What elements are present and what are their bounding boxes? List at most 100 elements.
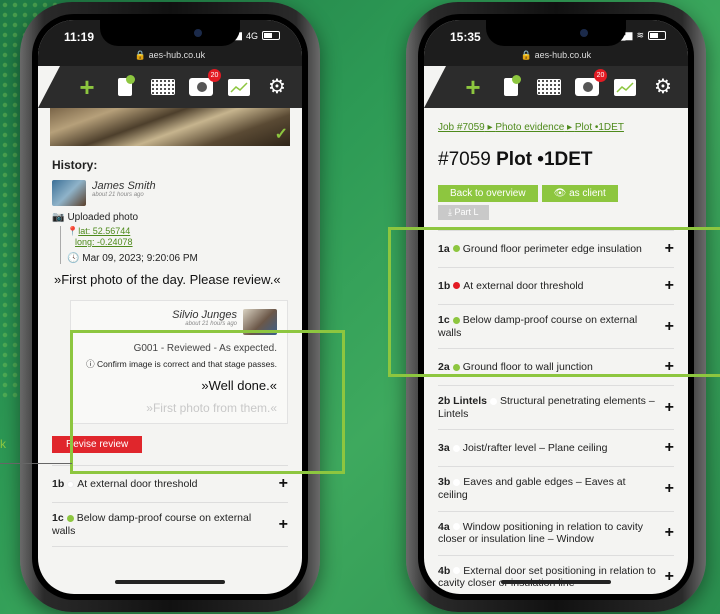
plus-icon[interactable]: + <box>665 277 674 295</box>
status-dot <box>452 316 460 324</box>
plus-icon[interactable]: + <box>665 480 674 498</box>
wifi-icon: ≋ <box>636 30 644 40</box>
stage-text: Ground floor to wall junction <box>462 360 593 373</box>
chart-icon[interactable] <box>613 75 637 99</box>
plus-icon[interactable]: + <box>665 358 674 376</box>
status-time: 15:35 <box>450 30 481 44</box>
document-icon[interactable] <box>113 75 137 99</box>
list-item[interactable]: 1c Below damp-proof course on external wa… <box>438 305 674 350</box>
url-text: aes-hub.co.uk <box>534 50 592 60</box>
plus-icon[interactable]: + <box>665 568 674 586</box>
plus-icon[interactable]: + <box>665 318 674 336</box>
status-dot <box>452 245 460 253</box>
list-item[interactable]: 1b At external door threshold + <box>438 268 674 305</box>
url-text: aes-hub.co.uk <box>148 50 206 60</box>
pin-icon: 📍 <box>67 226 79 236</box>
location-tree: 📍lat: 52.56744 long: -0.24078 🕓 Mar 09, … <box>60 226 288 264</box>
breadcrumb-separator-icon: ▸ <box>567 122 575 133</box>
app-toolbar: + 20 ⚙ <box>424 66 688 108</box>
history-entry-author: James Smith about 21 hours ago <box>52 180 288 206</box>
back-to-overview-button[interactable]: Back to overview <box>438 185 538 202</box>
stage-list: 1b At external door threshold + 1c Below d… <box>52 465 288 548</box>
left-phone-frame: 11:19 ▂▄▆ 4G 🔒 aes-hub.co.uk + 20 ⚙ ✓ <box>20 2 320 612</box>
check-icon: ✓ <box>274 126 288 143</box>
stage-text: Ground floor perimeter edge insulation <box>462 242 642 255</box>
status-dot <box>453 567 461 575</box>
list-item[interactable]: 3a Joist/rafter level – Plane ceiling + <box>438 430 674 468</box>
url-bar[interactable]: 🔒 aes-hub.co.uk <box>424 50 688 61</box>
calendar-icon[interactable] <box>151 75 175 99</box>
view-as-client-button[interactable]: 👁 as client <box>541 185 618 202</box>
stage-text: Below damp-proof course on external wall… <box>52 512 252 537</box>
review-reply: Silvio Junges about 21 hours ago G001 - … <box>70 300 288 425</box>
callout-line <box>0 463 72 464</box>
camera-small-icon: 📷 <box>52 212 65 223</box>
breadcrumb-job[interactable]: Job #7059 <box>438 122 485 133</box>
plus-icon[interactable]: + <box>279 516 288 534</box>
plus-icon[interactable]: + <box>665 240 674 258</box>
breadcrumb-plot[interactable]: Plot •1DET <box>575 122 624 133</box>
plus-icon[interactable]: + <box>665 524 674 542</box>
right-phone-frame: 15:35 ▂▄▆ ≋ 🔒 aes-hub.co.uk + 20 ⚙ <box>406 2 706 612</box>
plus-icon[interactable]: + <box>279 475 288 493</box>
camera-icon[interactable]: 20 <box>189 69 221 99</box>
network-type: 4G <box>245 30 258 41</box>
status-time: 11:19 <box>64 30 95 44</box>
add-icon[interactable]: + <box>75 74 99 100</box>
stage-code: 1c <box>52 512 64 525</box>
gear-icon[interactable]: ⚙ <box>651 75 675 99</box>
list-item[interactable]: 1a Ground floor perimeter edge insulation… <box>438 231 674 268</box>
review-comment: »Well done.« <box>201 378 277 394</box>
list-item[interactable]: 4a Window positioning in relation to cavi… <box>438 512 674 556</box>
clock-icon: 🕓 <box>67 253 80 264</box>
list-item[interactable]: 2a Ground floor to wall junction + <box>438 349 674 387</box>
stage-text: Joist/rafter level – Plane ceiling <box>462 442 608 455</box>
list-item[interactable]: 3b Eaves and gable edges – Eaves at ceili… <box>438 467 674 512</box>
stage-text: At external door threshold <box>77 477 198 490</box>
info-icon: ⓘ <box>86 359 95 370</box>
stage-text: Window positioning in relation to cavity… <box>438 520 644 546</box>
upload-line: 📷 Uploaded photo <box>52 212 288 223</box>
reviewer-avatar <box>243 309 277 336</box>
add-icon[interactable]: + <box>461 74 485 100</box>
breadcrumb: Job #7059 ▸ Photo evidence ▸ Plot •1DET <box>438 122 674 133</box>
callout-label: k <box>0 437 6 451</box>
gear-icon[interactable]: ⚙ <box>265 75 289 99</box>
longitude-link[interactable]: long: -0.24078 <box>75 237 133 247</box>
chart-icon[interactable] <box>227 75 251 99</box>
part-l-button[interactable]: ⤓ Part L <box>438 205 489 220</box>
photo-comment: »First photo of the day. Please review.« <box>54 272 281 287</box>
stage-code: 3b <box>438 476 451 489</box>
stage-code: 4a <box>438 520 450 533</box>
view-as-client-label: as client <box>569 188 606 199</box>
stage-code: 2b Lintels <box>438 395 488 408</box>
status-dot <box>452 363 460 371</box>
stage-text: External door set positioning in relatio… <box>438 564 656 590</box>
list-item[interactable]: 4b External door set positioning in relat… <box>438 556 674 594</box>
url-bar[interactable]: 🔒 aes-hub.co.uk <box>38 50 302 61</box>
document-icon[interactable] <box>499 75 523 99</box>
review-criteria-text: Confirm image is correct and that stage … <box>97 359 277 370</box>
status-dot <box>67 480 75 488</box>
latitude-link[interactable]: lat: 52.56744 <box>78 226 130 236</box>
revise-review-button[interactable]: Revise review <box>52 436 143 454</box>
uploaded-text: Uploaded photo <box>67 212 139 223</box>
history-heading: History: <box>52 158 98 172</box>
camera-icon[interactable]: 20 <box>575 69 607 99</box>
list-item[interactable]: 1b At external door threshold + <box>52 466 288 504</box>
photo-preview[interactable]: ✓ <box>50 108 290 146</box>
plus-icon[interactable]: + <box>665 399 674 417</box>
plus-icon[interactable]: + <box>665 439 674 457</box>
reviewer-name: Silvio Junges <box>172 309 237 322</box>
author-name: James Smith <box>92 180 156 192</box>
avatar <box>52 180 86 206</box>
battery-icon <box>262 31 280 40</box>
author-time-ago: about 21 hours ago <box>92 192 144 198</box>
calendar-icon[interactable] <box>537 75 561 99</box>
part-l-label: Part L <box>454 207 479 217</box>
breadcrumb-photo-evidence[interactable]: Photo evidence <box>495 122 564 133</box>
list-item[interactable]: 2b Lintels Structural penetrating element… <box>438 386 674 431</box>
photo-count-badge: 20 <box>208 69 221 82</box>
job-number: #7059 <box>438 149 491 170</box>
list-item[interactable]: 1c Below damp-proof course on external wa… <box>52 503 288 548</box>
